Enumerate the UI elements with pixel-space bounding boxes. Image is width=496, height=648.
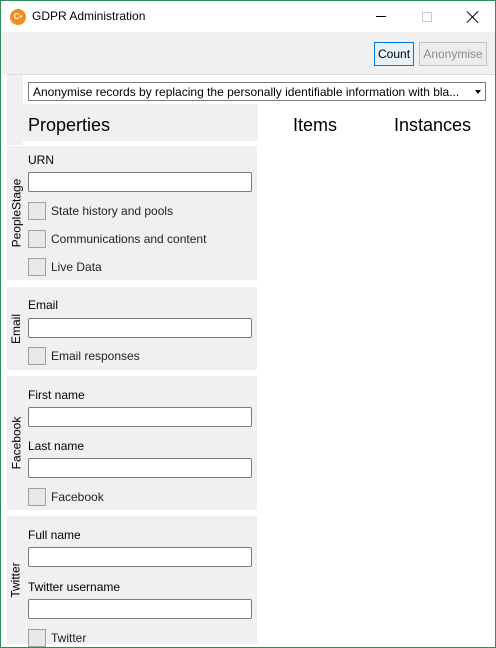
title-bar[interactable]: C• GDPR Administration <box>1 1 495 32</box>
anonymise-button[interactable]: Anonymise <box>419 42 487 66</box>
email-label: Email <box>28 298 59 312</box>
close-button[interactable] <box>450 1 495 32</box>
communications-checkbox[interactable] <box>28 230 46 248</box>
toolbar-divider <box>7 74 495 75</box>
properties-title: Properties <box>28 115 111 135</box>
email-input[interactable] <box>28 318 252 338</box>
count-button[interactable]: Count <box>374 42 414 66</box>
first-name-input[interactable] <box>28 407 252 427</box>
facebook-checkbox[interactable] <box>28 488 46 506</box>
twitter-label: Twitter <box>51 631 87 645</box>
minimize-button[interactable] <box>358 1 404 32</box>
dropdown-arrow-icon <box>475 90 481 94</box>
app-window: C• GDPR Administration Count Anonymise A… <box>0 0 496 648</box>
urn-input[interactable] <box>28 172 252 192</box>
left-gutter <box>7 75 23 145</box>
twitter-checkbox[interactable] <box>28 629 46 647</box>
facebook-label: Facebook <box>51 490 104 504</box>
group-label-email: Email <box>9 313 24 344</box>
email-responses-label: Email responses <box>51 349 140 363</box>
group-facebook: Facebook First name Last name Facebook <box>7 376 257 510</box>
properties-header: Properties <box>23 104 258 141</box>
maximize-icon <box>422 11 432 22</box>
group-label-peoplestage: PeopleStage <box>9 178 24 248</box>
state-history-checkbox[interactable] <box>28 202 46 220</box>
communications-label: Communications and content <box>51 232 207 246</box>
urn-label: URN <box>28 153 54 167</box>
maximize-button[interactable] <box>404 1 450 32</box>
anonymise-mode-selected: Anonymise records by replacing the perso… <box>33 85 460 99</box>
email-responses-checkbox[interactable] <box>28 347 46 365</box>
group-label-twitter: Twitter <box>9 562 23 598</box>
twitter-username-input[interactable] <box>28 599 252 619</box>
live-data-checkbox[interactable] <box>28 258 46 276</box>
twitter-username-label: Twitter username <box>28 580 121 594</box>
window-title: GDPR Administration <box>32 9 146 23</box>
anonymise-mode-select[interactable]: Anonymise records by replacing the perso… <box>28 82 486 101</box>
close-icon <box>467 11 479 23</box>
group-peoplestage: PeopleStage URN State history and pools … <box>7 146 257 280</box>
group-label-facebook: Facebook <box>9 416 24 470</box>
live-data-label: Live Data <box>51 260 102 274</box>
full-name-label: Full name <box>28 528 81 542</box>
last-name-input[interactable] <box>28 458 252 478</box>
instances-column-header: Instances <box>394 115 472 135</box>
full-name-input[interactable] <box>28 547 252 567</box>
group-twitter: Twitter Full name Twitter username Twitt… <box>7 516 257 647</box>
toolbar: Count Anonymise <box>2 32 495 74</box>
app-logo-icon: C• <box>10 9 26 25</box>
group-email: Email Email Email responses <box>7 287 257 370</box>
first-name-label: First name <box>28 388 85 402</box>
last-name-label: Last name <box>28 439 85 453</box>
state-history-label: State history and pools <box>51 204 174 218</box>
items-column-header: Items <box>293 115 338 135</box>
minimize-icon <box>376 16 386 17</box>
